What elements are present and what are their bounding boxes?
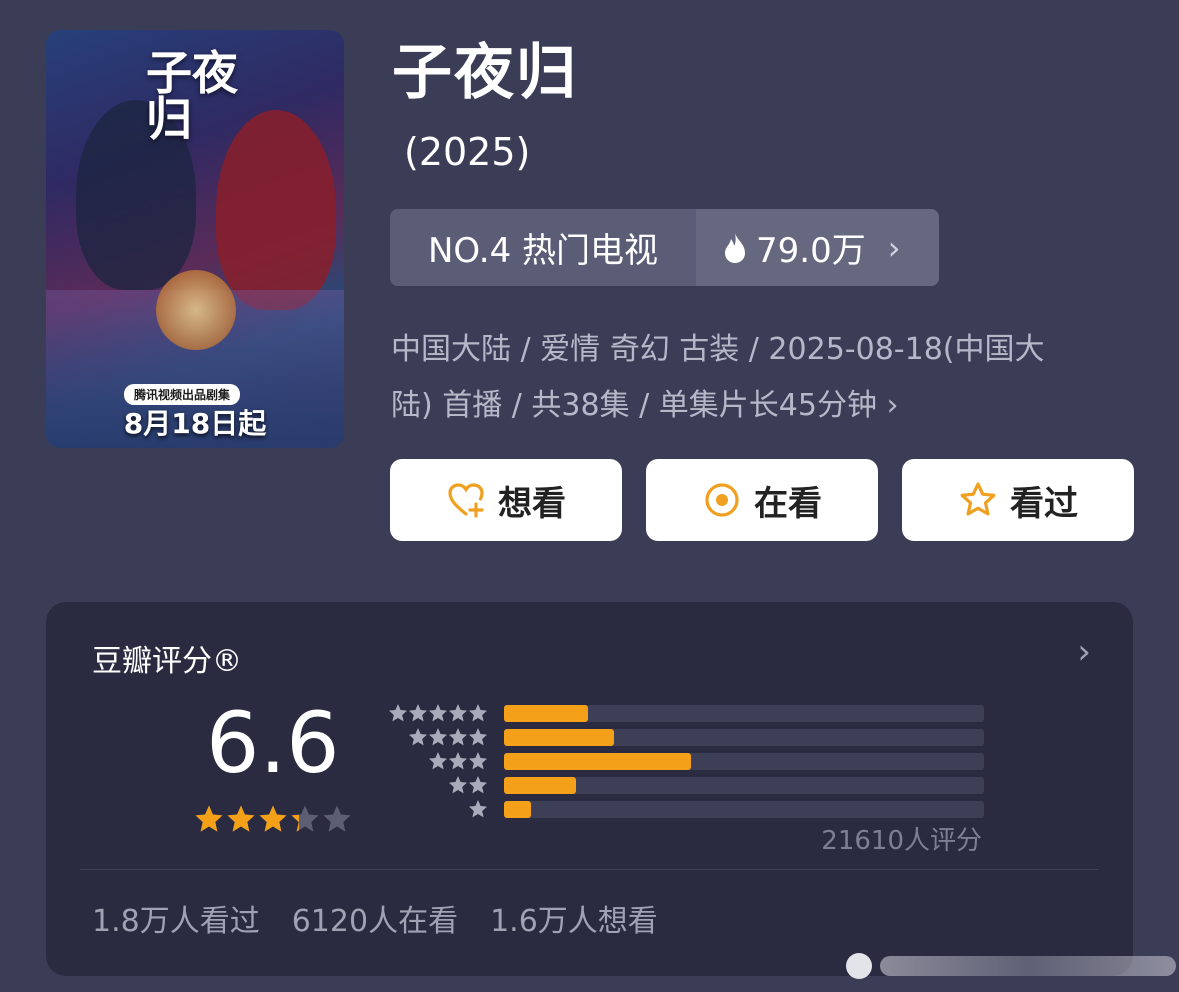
distribution-bar bbox=[504, 801, 531, 818]
rating-distribution bbox=[384, 702, 984, 822]
meta-line-2: 陆) 首播 / 共38集 / 单集片长45分钟 › bbox=[391, 388, 899, 423]
distribution-bar bbox=[504, 705, 588, 722]
meta-line-1: 中国大陆 / 爱情 奇幻 古装 / 2025-08-18(中国大 bbox=[391, 332, 1045, 367]
distribution-track bbox=[504, 777, 984, 794]
grey-star-icon bbox=[389, 704, 407, 722]
distribution-stars bbox=[448, 775, 488, 795]
show-meta[interactable]: 中国大陆 / 爱情 奇幻 古装 / 2025-08-18(中国大 陆) 首播 /… bbox=[391, 322, 1121, 434]
grey-star-icon bbox=[429, 728, 447, 746]
poster-release-text: 8月18日起 bbox=[123, 407, 267, 440]
grey-star-icon bbox=[429, 752, 447, 770]
grey-star-icon bbox=[469, 752, 487, 770]
heat-section[interactable]: 79.0万 › bbox=[696, 209, 939, 286]
divider bbox=[80, 869, 1099, 870]
heart-plus-icon bbox=[448, 483, 484, 518]
chevron-right-icon[interactable]: › bbox=[1077, 632, 1091, 672]
stat-want: 1.6万人想看 bbox=[490, 904, 658, 939]
show-year: (2025) bbox=[404, 130, 531, 174]
show-title: 子夜归 bbox=[392, 38, 578, 108]
watching-button[interactable]: 在看 bbox=[646, 459, 878, 541]
grey-star-icon bbox=[469, 776, 487, 794]
grey-star-icon bbox=[429, 704, 447, 722]
distribution-row-5 bbox=[384, 702, 984, 726]
grey-star-icon bbox=[449, 752, 467, 770]
poster-image[interactable]: 子夜归 腾讯视频出品剧集 8月18日起 bbox=[46, 30, 344, 448]
distribution-bar bbox=[504, 777, 576, 794]
stat-watched: 1.8万人看过 bbox=[92, 904, 260, 939]
rating-card[interactable]: 豆瓣评分® › 6.6 21610人评分 1.8万人看过 6120人在看 1.6… bbox=[46, 602, 1133, 976]
want-button[interactable]: 想看 bbox=[390, 459, 622, 541]
rank-label: NO.4 热门电视 bbox=[390, 209, 696, 286]
watermark bbox=[846, 948, 1176, 984]
distribution-stars bbox=[428, 751, 488, 771]
distribution-row-2 bbox=[384, 774, 984, 798]
star-outline-icon bbox=[960, 482, 996, 516]
rank-pill[interactable]: NO.4 热门电视 79.0万 › bbox=[390, 209, 939, 286]
distribution-row-3 bbox=[384, 750, 984, 774]
meta-chevron-icon: › bbox=[886, 388, 899, 423]
distribution-row-1 bbox=[384, 798, 984, 822]
grey-star-icon bbox=[409, 704, 427, 722]
grey-star-icon bbox=[449, 776, 467, 794]
grey-star-icon bbox=[449, 704, 467, 722]
chevron-right-icon: › bbox=[887, 228, 901, 267]
grey-star-icon bbox=[449, 728, 467, 746]
distribution-row-4 bbox=[384, 726, 984, 750]
rating-count: 21610人评分 bbox=[821, 826, 982, 856]
watched-button[interactable]: 看过 bbox=[902, 459, 1134, 541]
audience-stats: 1.8万人看过 6120人在看 1.6万人想看 bbox=[92, 896, 658, 940]
distribution-stars bbox=[408, 727, 488, 747]
grey-star-icon bbox=[409, 728, 427, 746]
distribution-track bbox=[504, 705, 984, 722]
poster-calligraphy-title: 子夜归 bbox=[146, 46, 238, 146]
watermark-text-blurred bbox=[880, 956, 1176, 976]
want-label: 想看 bbox=[498, 483, 566, 524]
distribution-stars bbox=[388, 703, 488, 723]
stat-watching: 6120人在看 bbox=[291, 904, 459, 939]
flame-icon bbox=[725, 232, 745, 263]
rating-title: 豆瓣评分® bbox=[92, 644, 242, 679]
distribution-track bbox=[504, 753, 984, 770]
grey-star-icon bbox=[469, 728, 487, 746]
distribution-stars bbox=[468, 799, 488, 819]
target-icon bbox=[705, 483, 739, 517]
watching-label: 在看 bbox=[754, 483, 822, 524]
rating-score: 6.6 bbox=[206, 694, 340, 792]
grey-star-icon bbox=[469, 704, 487, 722]
distribution-bar bbox=[504, 753, 692, 770]
watched-label: 看过 bbox=[1010, 483, 1078, 524]
distribution-bar bbox=[504, 729, 615, 746]
poster-lantern bbox=[156, 270, 236, 350]
distribution-track bbox=[504, 729, 984, 746]
distribution-track bbox=[504, 801, 984, 818]
heat-value: 79.0万 bbox=[756, 231, 866, 271]
watermark-logo-icon bbox=[846, 953, 872, 979]
grey-star-icon bbox=[469, 800, 487, 818]
